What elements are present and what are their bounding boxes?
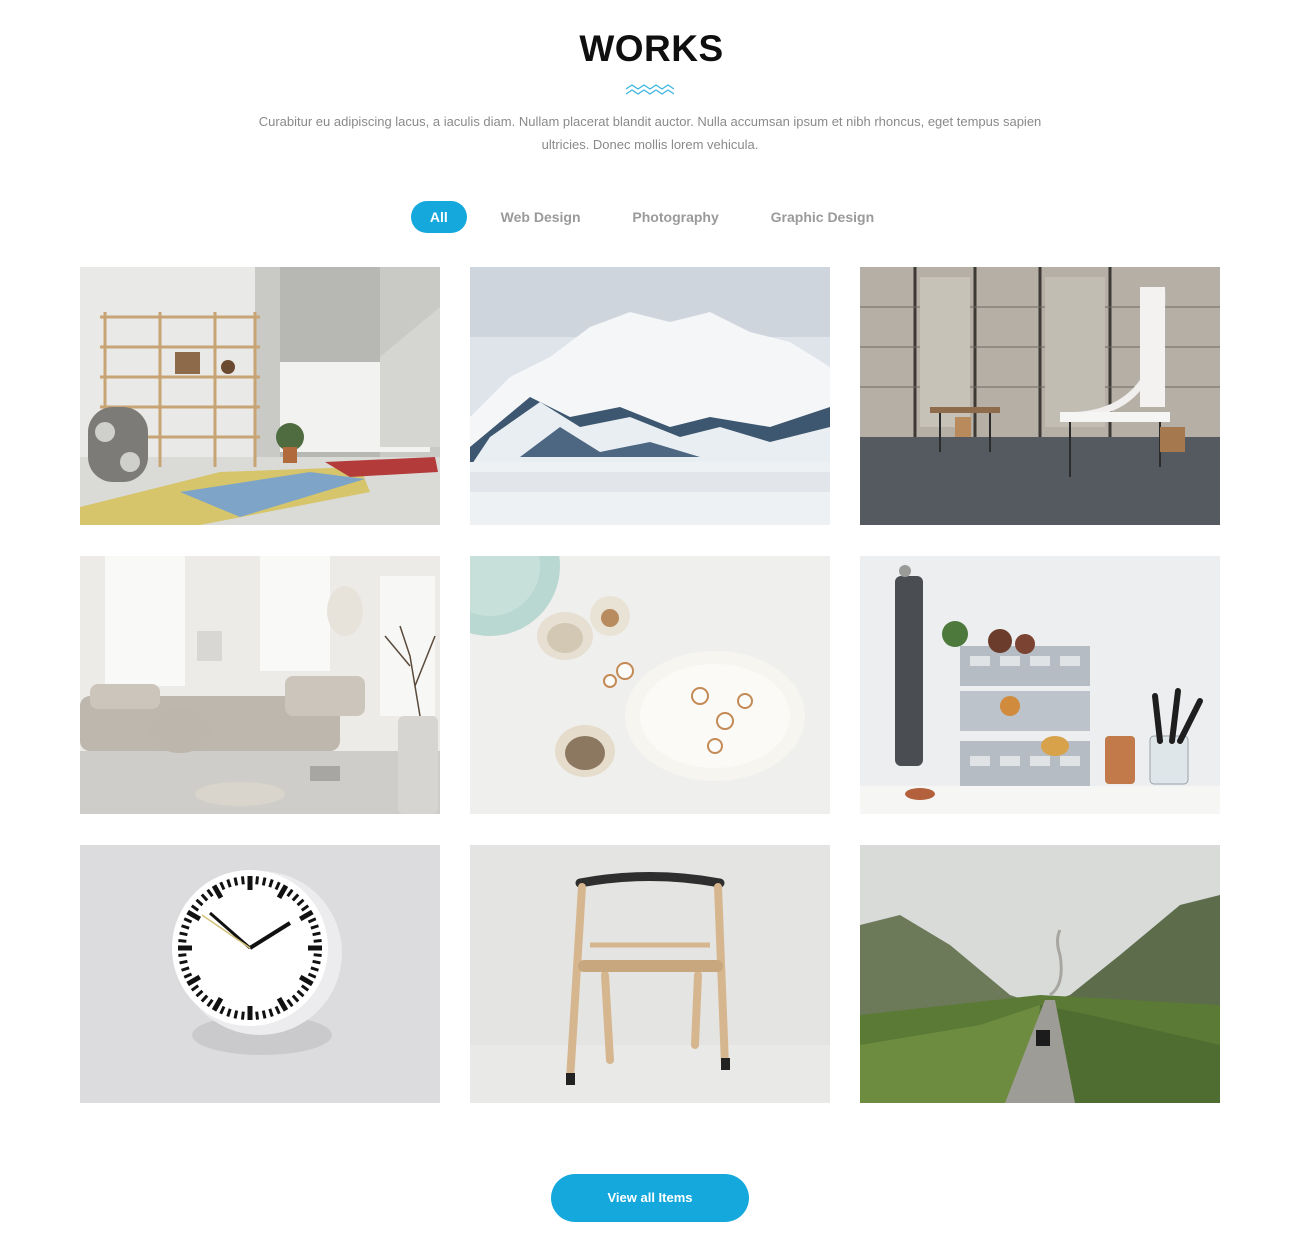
clock-tick [313,938,322,943]
clock-tick [261,877,267,886]
wooden-chair-image [470,845,830,1103]
industrial-dining-image [860,267,1220,525]
portfolio-item-kitchen-crates[interactable] [860,556,1220,814]
clock-tick [240,1011,245,1020]
section-title: WORKS [579,28,724,69]
clock-tick [255,876,260,885]
portfolio-item-white-living-room[interactable] [80,556,440,814]
interior-shelf-image [80,267,440,525]
filter-web-design[interactable]: Web Design [483,201,599,233]
snowy-mountains-image [470,267,830,525]
clock-tick [233,1010,239,1019]
ceramic-bowls-image [470,556,830,814]
filter-bar: All Web Design Photography Graphic Desig… [0,201,1303,233]
filter-all[interactable]: All [410,201,467,233]
clock-tick [240,876,245,885]
clock-tick [233,877,239,886]
white-living-room-image [80,556,440,814]
portfolio-item-highland-road[interactable] [860,845,1220,1103]
filter-graphic-design[interactable]: Graphic Design [753,201,892,233]
portfolio-item-snowy-mountains[interactable] [470,267,830,525]
portfolio-item-interior-shelf[interactable] [80,267,440,525]
clock-tick [179,931,188,937]
clock-tick [312,931,321,937]
clock-tick [312,959,321,965]
filter-photography[interactable]: Photography [614,201,736,233]
highland-road-image [860,845,1220,1103]
portfolio-grid [80,267,1220,1103]
portfolio-item-industrial-dining[interactable] [860,267,1220,525]
clock-tick [261,1010,267,1019]
portfolio-item-wooden-chair[interactable] [470,845,830,1103]
clock-tick [179,959,188,965]
kitchen-crates-image [860,556,1220,814]
section-intro: Curabitur eu adipiscing lacus, a iaculis… [258,114,1042,152]
wave-divider-icon [626,84,674,95]
clock-tick [313,953,322,958]
wall-clock-image [80,845,440,1103]
clock-tick [178,938,187,943]
view-all-items-button[interactable]: View all Items [551,1174,749,1222]
portfolio-item-wall-clock[interactable] [80,845,440,1103]
clock-tick [255,1011,260,1020]
portfolio-item-ceramic-bowls[interactable] [470,556,830,814]
clock-tick [178,953,187,958]
